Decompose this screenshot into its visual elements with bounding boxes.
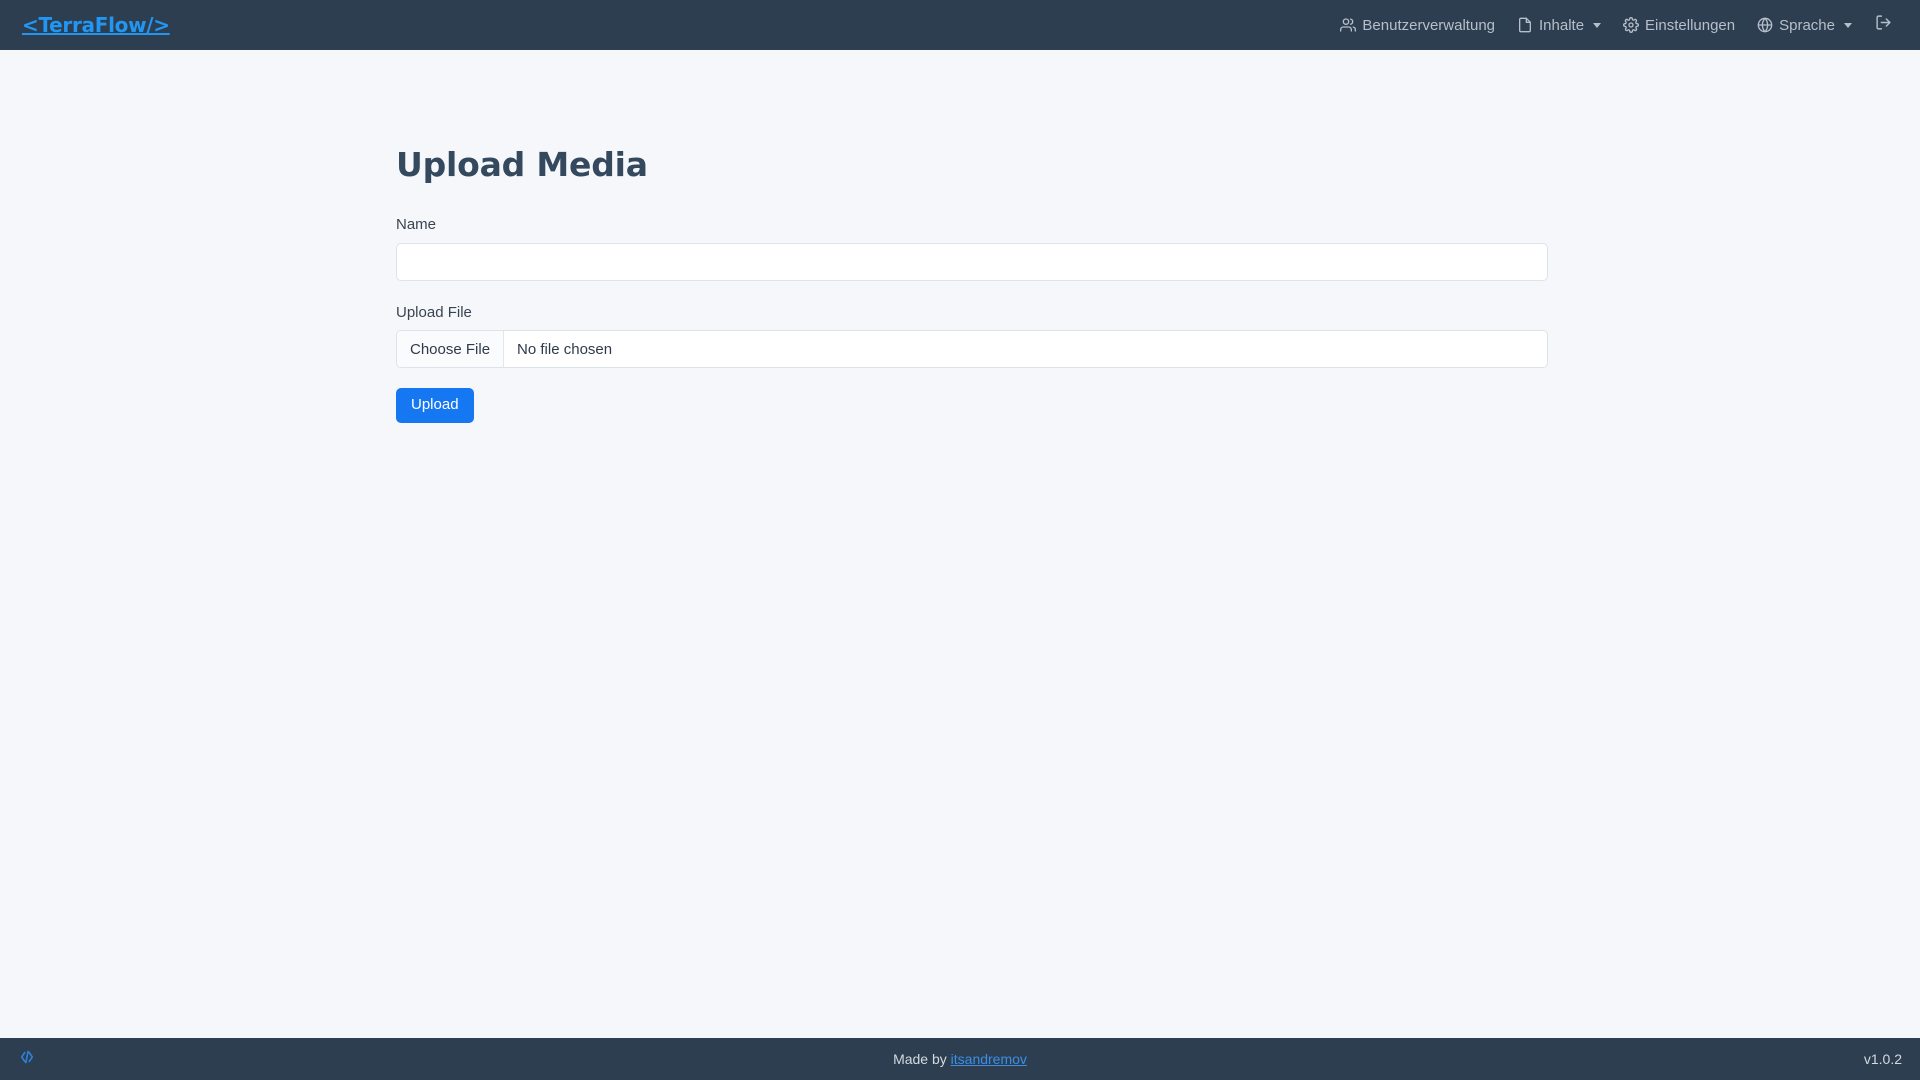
- name-label: Name: [396, 216, 437, 233]
- nav-item-einstellungen[interactable]: Einstellungen: [1612, 11, 1746, 40]
- nav-item-label: Inhalte: [1539, 16, 1585, 34]
- page-title: Upload Media: [396, 145, 648, 184]
- nav-item-label: Einstellungen: [1645, 16, 1736, 34]
- gear-icon: [1623, 17, 1639, 33]
- name-form-group: Name: [396, 215, 1548, 281]
- navbar-links: Benutzerverwaltung Inhalte Einstellungen: [1329, 8, 1902, 42]
- users-icon: [1340, 17, 1357, 33]
- file-input[interactable]: Choose File No file chosen: [396, 330, 1548, 368]
- upload-file-label: Upload File: [396, 303, 472, 321]
- name-input[interactable]: [396, 242, 1548, 281]
- page-footer: Made by itsandremov v1.0.2: [0, 1038, 1920, 1080]
- footer-left: [18, 1048, 36, 1071]
- logout-button[interactable]: [1863, 8, 1902, 42]
- chevron-down-icon: [1844, 22, 1852, 28]
- brand-logo[interactable]: <TerraFlow/>: [22, 13, 170, 37]
- upload-button[interactable]: Upload: [396, 388, 474, 423]
- choose-file-button[interactable]: Choose File: [397, 331, 505, 367]
- chevron-down-icon: [1593, 22, 1602, 28]
- made-by-text: Made by: [893, 1051, 951, 1067]
- nav-item-inhalte[interactable]: Inhalte: [1506, 11, 1612, 40]
- main-content: Upload Media Name Upload File Choose Fil…: [0, 50, 1920, 423]
- nav-item-benutzerverwaltung[interactable]: Benutzerverwaltung: [1329, 11, 1506, 40]
- nav-item-sprache[interactable]: Sprache: [1746, 11, 1863, 40]
- nav-item-label: Sprache: [1779, 16, 1835, 34]
- footer-credit: Made by itsandremov: [0, 1051, 1920, 1067]
- nav-item-label: Benutzerverwaltung: [1362, 16, 1495, 34]
- form-container: Upload Media Name Upload File Choose Fil…: [384, 145, 1548, 423]
- file-form-group: Upload File Choose File No file chosen: [396, 303, 1548, 368]
- document-icon: [1517, 17, 1533, 33]
- globe-icon: [1757, 17, 1773, 33]
- file-status-text: No file chosen: [517, 340, 613, 358]
- author-link[interactable]: itsandremov: [951, 1051, 1027, 1067]
- top-navbar: <TerraFlow/> Benutzerverwaltung Inhalte …: [0, 0, 1920, 50]
- logout-icon: [1875, 14, 1892, 36]
- footer-version: v1.0.2: [1863, 1051, 1902, 1067]
- code-icon[interactable]: [18, 1048, 36, 1071]
